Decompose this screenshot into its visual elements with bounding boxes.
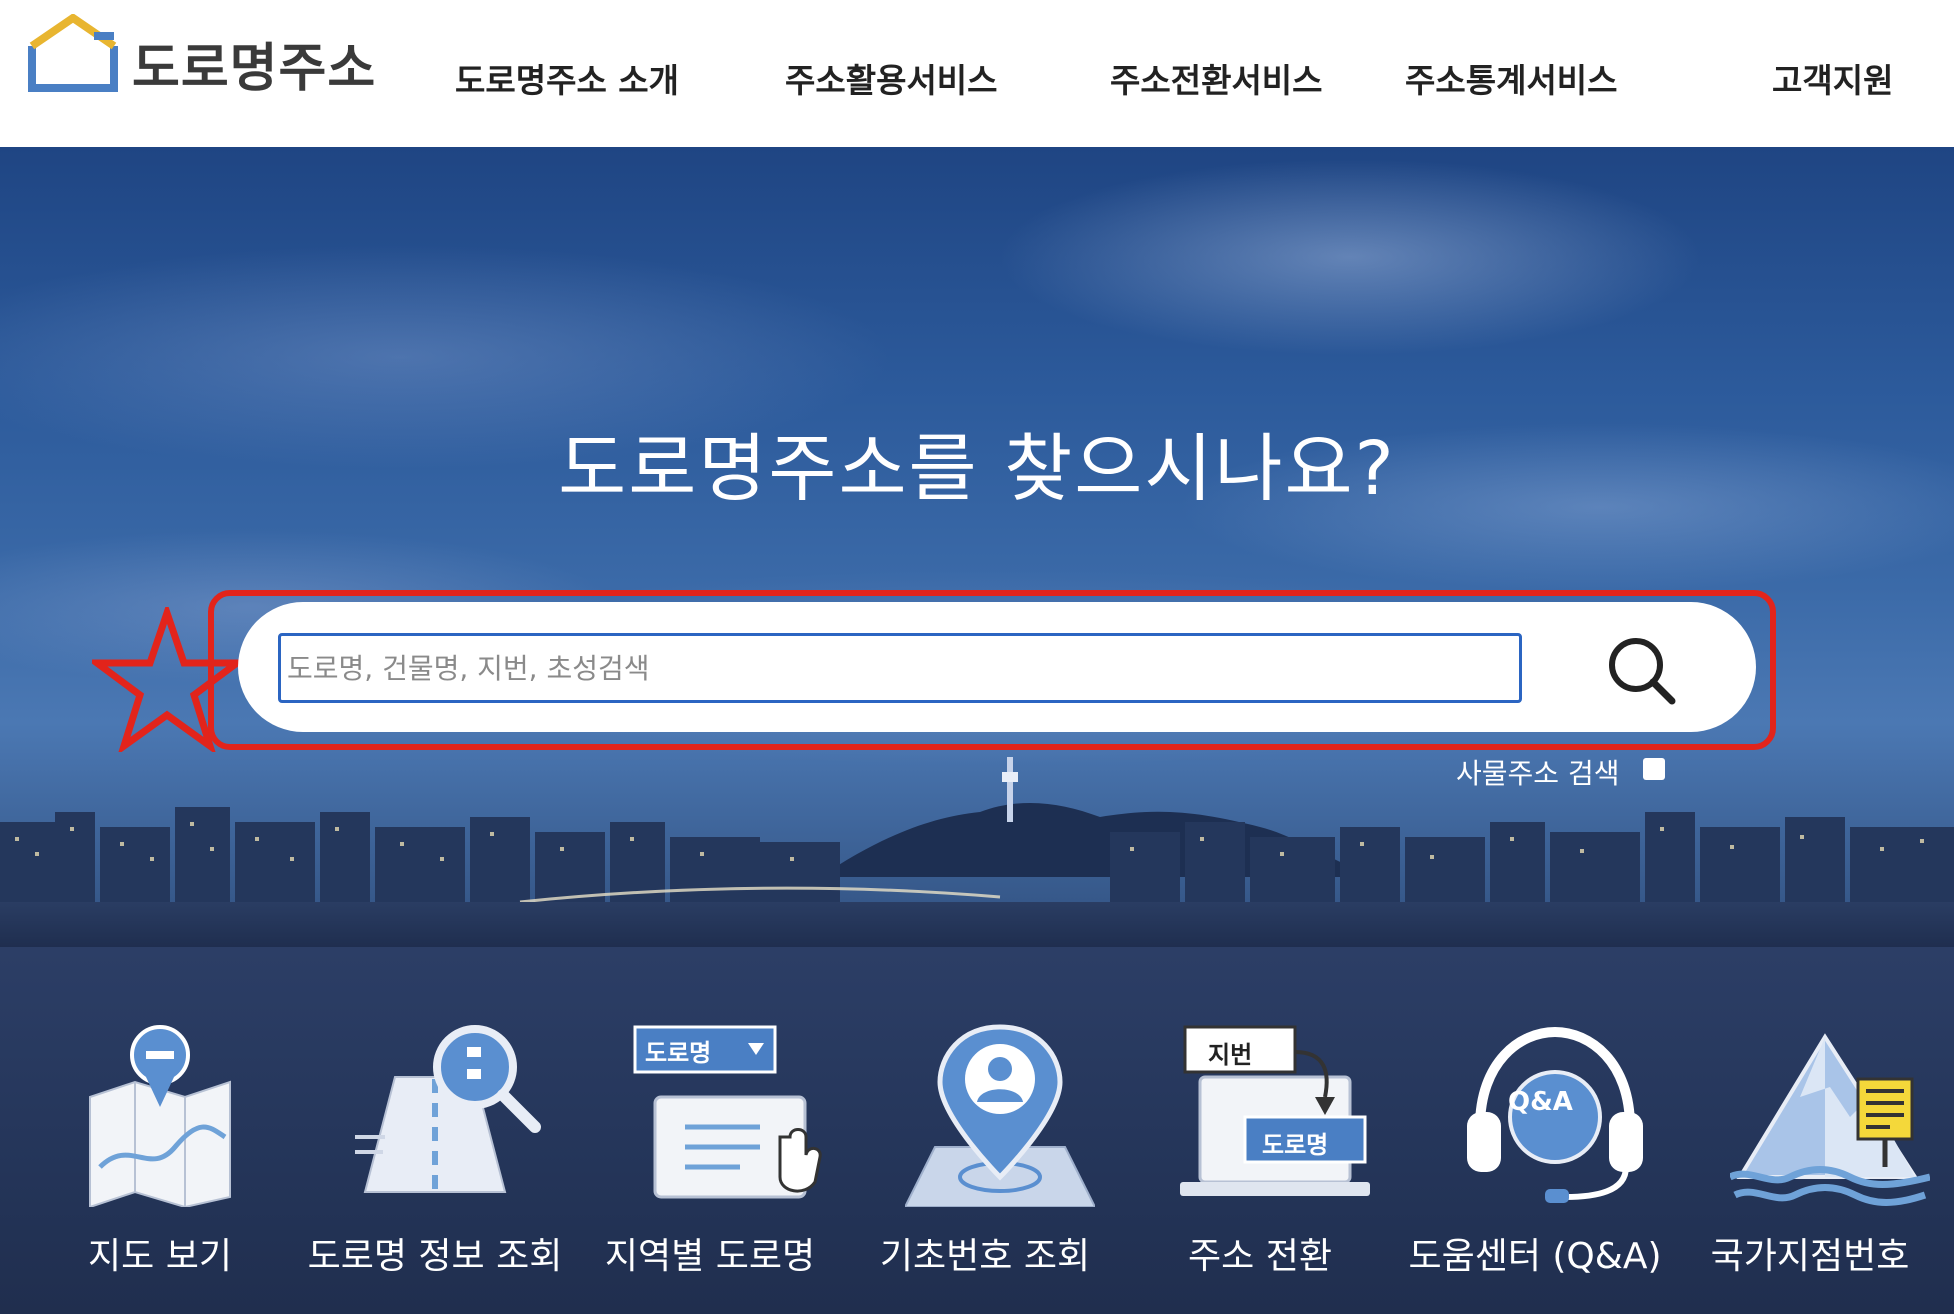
hero-banner: 도로명주소를 찾으시나요? 사물주소 검색 [0, 147, 1954, 947]
search-highlight-box [208, 590, 1776, 750]
service-help-center[interactable]: Q&A 도움센터 (Q&A) [1405, 947, 1665, 1314]
service-map-view[interactable]: 지도 보기 [30, 947, 290, 1314]
location-pin-person-icon [905, 1024, 1095, 1207]
map-icon [89, 1025, 231, 1207]
object-address-search-checkbox[interactable] [1643, 758, 1665, 780]
nav-road-address-intro[interactable]: 도로명주소 소개 [455, 54, 679, 102]
nav-customer-support[interactable]: 고객지원 [1772, 54, 1893, 102]
service-label: 국가지점번호 [1710, 1236, 1910, 1277]
logo-text: 도로명주소 [132, 39, 377, 99]
service-menu: 지도 보기 도로명 정보 조회 도로명 지역별 도로명 기초번호 조회 지번 도… [0, 947, 1954, 1314]
service-label: 지도 보기 [88, 1236, 232, 1277]
conversion-badge-jibun: 지번 [1208, 1041, 1253, 1069]
service-label: 도로명 정보 조회 [307, 1236, 563, 1277]
service-label: 기초번호 조회 [879, 1236, 1091, 1277]
service-label: 도움센터 (Q&A) [1408, 1236, 1662, 1277]
service-label: 지역별 도로명 [604, 1236, 816, 1277]
nav-address-usage-service[interactable]: 주소활용서비스 [785, 54, 998, 102]
service-road-info-search[interactable]: 도로명 정보 조회 [305, 947, 565, 1314]
road-info-search-icon [355, 1025, 541, 1193]
regional-road-name-badge: 도로명 [645, 1039, 712, 1067]
nav-address-statistics-service[interactable]: 주소통계서비스 [1405, 54, 1618, 102]
object-address-search-label: 사물주소 검색 [1456, 757, 1620, 790]
mountain-sign-icon [1730, 1033, 1930, 1206]
service-regional-road-name[interactable]: 도로명 지역별 도로명 [580, 947, 840, 1314]
conversion-badge-road: 도로명 [1262, 1131, 1329, 1159]
nav-address-conversion-service[interactable]: 주소전환서비스 [1110, 54, 1323, 102]
service-address-conversion[interactable]: 지번 도로명 주소 전환 [1130, 947, 1390, 1314]
qa-badge: Q&A [1508, 1087, 1573, 1117]
service-label: 주소 전환 [1188, 1236, 1332, 1277]
site-header: 도로명주소 도로명주소 소개 주소활용서비스 주소전환서비스 주소통계서비스 고… [0, 0, 1954, 147]
service-national-point-number[interactable]: 국가지점번호 [1680, 947, 1940, 1314]
house-logo-icon [28, 14, 118, 92]
service-base-number-search[interactable]: 기초번호 조회 [855, 947, 1115, 1314]
site-logo[interactable]: 도로명주소 [28, 14, 378, 99]
hero-title: 도로명주소를 찾으시나요? [558, 426, 1396, 512]
